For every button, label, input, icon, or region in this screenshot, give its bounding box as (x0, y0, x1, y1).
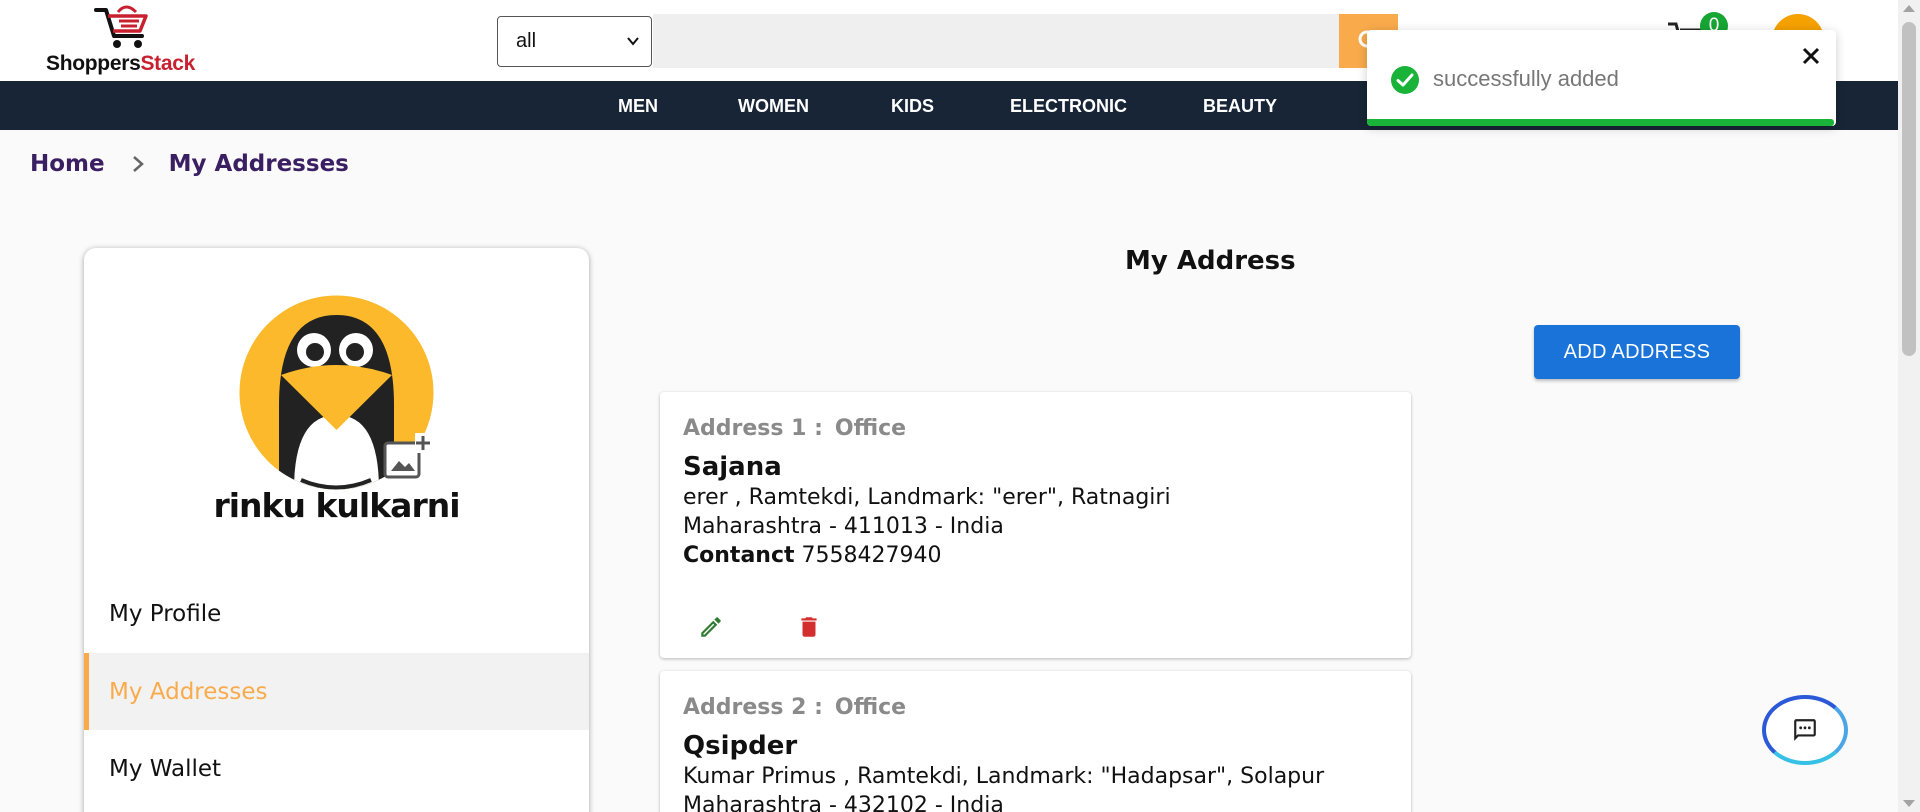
address-card: Address 1 : Office Sajana erer , Ramtekdi… (660, 392, 1411, 658)
profile-name: rinku kulkarni (213, 486, 460, 525)
address-number: Address 1 : (683, 416, 823, 441)
sidebar-item-my-profile[interactable]: My Profile (84, 575, 589, 652)
toast-message: successfully added (1433, 66, 1619, 91)
nav-item-kids[interactable]: KIDS (891, 96, 934, 117)
delete-icon[interactable] (796, 614, 822, 640)
page-title: My Address (1125, 246, 1296, 276)
chat-icon (1794, 719, 1816, 741)
shoppersstack-logo[interactable]: ShoppersStack (46, 2, 221, 77)
nav-item-men[interactable]: MEN (618, 96, 658, 117)
address-line-1: Kumar Primus , Ramtekdi, Landmark: "Hada… (683, 764, 1325, 789)
sidebar-item-my-wallet[interactable]: My Wallet (84, 730, 589, 807)
nav-item-electronic[interactable]: ELECTRONIC (1010, 96, 1127, 117)
address-line-1: erer , Ramtekdi, Landmark: "erer", Ratna… (683, 485, 1171, 510)
logo-text: ShoppersStack (46, 52, 195, 75)
toast-progress-bar (1367, 119, 1834, 126)
chat-button[interactable] (1762, 695, 1848, 765)
address-line-2: Maharashtra - 432102 - India (683, 793, 1004, 812)
nav-item-beauty[interactable]: BEAUTY (1203, 96, 1277, 117)
success-toast: successfully added (1367, 30, 1836, 126)
scroll-thumb[interactable] (1902, 22, 1916, 356)
cart-logo-icon (94, 5, 148, 48)
address-card: Address 2 : Office Qsipder Kumar Primus ,… (660, 671, 1411, 812)
edit-icon[interactable] (698, 614, 724, 640)
add-photo-icon[interactable] (379, 433, 431, 485)
category-select[interactable]: all (497, 16, 652, 67)
contact-label: Contanct (683, 543, 795, 568)
address-line-2: Maharashtra - 411013 - India (683, 514, 1004, 539)
address-heading: Address 1 : Office (683, 416, 906, 441)
scroll-down-arrow-icon[interactable] (1903, 800, 1915, 807)
category-select-value: all (516, 30, 537, 52)
add-address-button[interactable]: ADD ADDRESS (1534, 325, 1740, 379)
chevron-right-icon (131, 155, 145, 173)
nav-item-women[interactable]: WOMEN (738, 96, 809, 117)
search-input[interactable] (653, 14, 1339, 68)
close-icon[interactable] (1799, 44, 1823, 68)
breadcrumb-current: My Addresses (168, 151, 349, 177)
page-scrollbar[interactable] (1898, 0, 1920, 812)
sidebar-item-my-addresses[interactable]: My Addresses (84, 653, 589, 730)
profile-sidebar: rinku kulkarni My Profile My Addresses M… (84, 248, 589, 812)
breadcrumb-home[interactable]: Home (30, 151, 105, 177)
breadcrumb: Home My Addresses (30, 151, 349, 177)
contact-number: 7558427940 (801, 543, 942, 568)
address-type: Office (834, 416, 907, 441)
address-name: Qsipder (683, 731, 798, 761)
address-name: Sajana (683, 452, 782, 482)
scroll-up-arrow-icon[interactable] (1903, 5, 1915, 12)
chevron-down-icon (627, 37, 639, 46)
address-heading: Address 2 : Office (683, 695, 906, 720)
address-number: Address 2 : (683, 695, 823, 720)
check-circle-icon (1391, 66, 1419, 94)
address-contact: Contanct 7558427940 (683, 543, 942, 568)
address-type: Office (834, 695, 907, 720)
